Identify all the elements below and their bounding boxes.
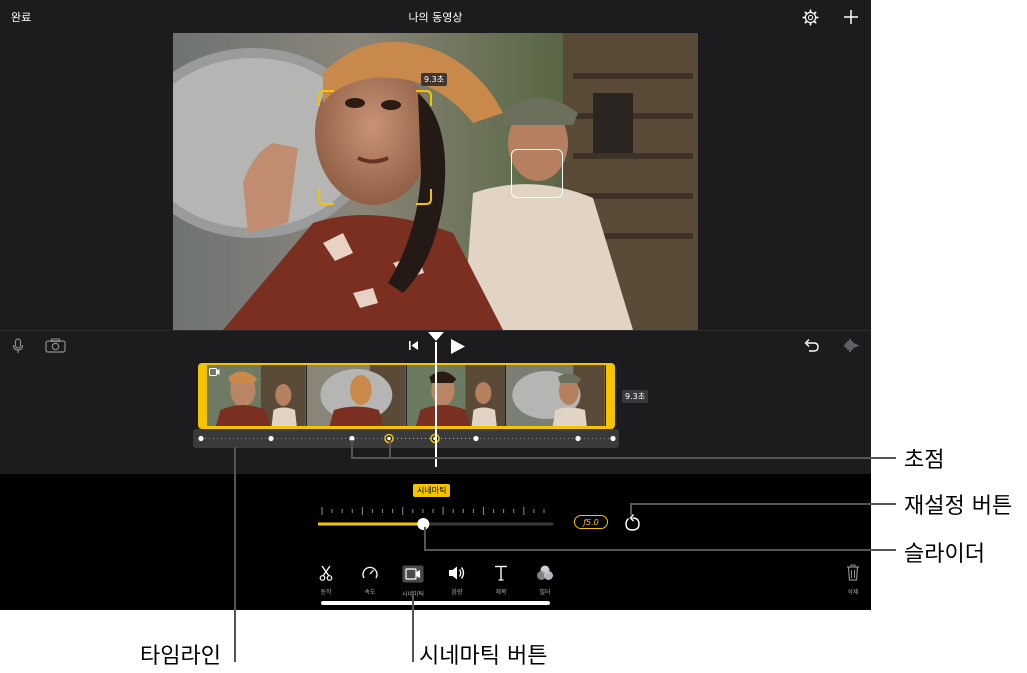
video-viewer: 9.3초 [0,33,871,330]
clip-thumbnail [207,365,307,426]
callout-slider-label: 슬라이더 [904,542,985,567]
home-indicator[interactable] [321,601,550,605]
scissors-icon [319,565,333,581]
playhead-handle[interactable] [428,332,444,341]
cinematic-label: 시네마틱 [413,484,451,497]
undo-icon[interactable] [803,338,820,352]
tool-label: 필터 [539,589,551,596]
tool-speed-button[interactable]: 속도 [352,565,388,596]
delete-button[interactable]: 삭제 [835,564,871,596]
speedometer-icon [362,566,378,579]
reset-icon[interactable] [624,513,641,532]
fstop-value[interactable]: ƒ5.0 [574,515,608,529]
tool-label: 삭제 [847,589,859,596]
top-bar: 완료 나의 동영상 [0,0,871,33]
settings-gear-icon[interactable] [802,9,819,26]
callout-line-timeline [234,447,236,662]
clip-duration-badge: 9.3초 [622,390,649,403]
tool-filters-button[interactable]: 필터 [527,565,563,596]
tool-label: 제목 [495,589,507,596]
tool-label: 음량 [451,589,463,596]
tool-actions-button[interactable]: 동작 [308,565,344,596]
trash-icon [847,564,859,581]
audio-waveform-icon[interactable] [843,338,860,353]
clip-thumbnails [207,365,606,426]
face-detection-box[interactable] [511,149,563,198]
clip-thumbnail [306,365,407,426]
callout-line-slider [424,549,896,551]
project-title: 나의 동영상 [408,11,463,24]
clip-thumbnail [406,365,507,426]
ipad-screen: 완료 나의 동영상 9.3초 9.3초 시네마틱 ƒ5.0 동작 속도 음량 제… [0,0,871,610]
add-media-plus-icon[interactable] [843,9,859,25]
tool-volume-button[interactable]: 음량 [439,565,475,596]
focus-points-track [198,433,616,444]
cinematic-icon [402,565,424,583]
callout-line-slider [424,527,426,550]
skip-to-start-icon[interactable] [408,340,420,351]
tool-cinematic-button[interactable]: 시네마틱 [395,565,431,598]
aperture-slider[interactable] [318,503,554,537]
callout-line-cinematic-button [412,595,414,662]
callout-cinematic-button-label: 시네마틱 버튼 [419,644,548,669]
clip-duration-badge: 9.3초 [421,73,448,86]
clip-thumbnail [506,365,606,426]
microphone-icon[interactable] [12,338,24,354]
play-icon[interactable] [450,338,466,355]
callout-line-reset [630,503,632,515]
tool-label: 동작 [320,589,332,596]
focus-point-dots [198,435,616,442]
callout-line-focus [351,440,353,458]
callout-focus-label: 초점 [904,448,945,473]
tool-label: 속도 [364,589,376,596]
tool-titles-button[interactable]: 제목 [483,565,519,596]
callout-line-focus [389,440,391,458]
filters-icon [537,565,553,580]
text-t-icon [495,565,507,581]
callout-reset-label: 재설정 버튼 [904,494,1013,519]
callout-timeline-label: 타임라인 [140,644,221,669]
speaker-icon [449,566,465,580]
focus-frame-yellow[interactable] [318,90,432,205]
callout-line-focus [351,457,896,459]
playhead[interactable] [435,342,437,467]
cinematic-clip-badge-icon [209,368,220,376]
callout-line-reset [630,503,896,505]
camera-icon[interactable] [45,338,66,353]
